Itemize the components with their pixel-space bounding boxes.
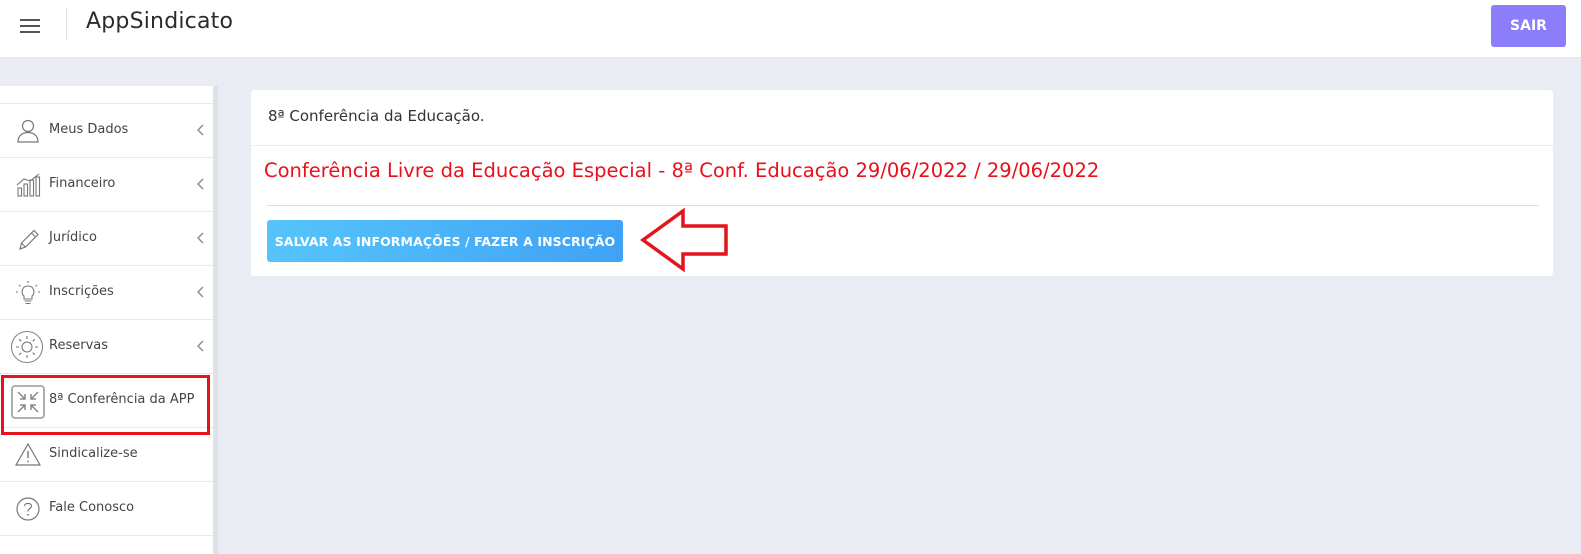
sidebar-item-inscricoes[interactable]: Inscrições — [0, 265, 213, 319]
compress-icon — [11, 385, 45, 419]
sidebar: Meus Dados Financeiro Jurídico Inscriçõe… — [0, 86, 218, 554]
sidebar-item-label: Financeiro — [49, 176, 116, 191]
warning-icon — [14, 442, 42, 466]
sidebar-item-label: Reservas — [49, 338, 108, 353]
chevron-left-icon — [197, 286, 204, 298]
event-title: Conferência Livre da Educação Especial -… — [264, 159, 1100, 182]
user-icon — [17, 119, 39, 143]
card-divider — [267, 205, 1539, 206]
chevron-left-icon — [197, 232, 204, 244]
logout-button[interactable]: SAIR — [1491, 5, 1566, 47]
sidebar-item-label: Sindicalize-se — [49, 446, 138, 461]
lightbulb-icon — [16, 281, 40, 305]
header-divider — [66, 8, 67, 40]
sidebar-item-financeiro[interactable]: Financeiro — [0, 157, 213, 211]
chevron-left-icon — [197, 124, 204, 136]
sidebar-item-label: Inscrições — [49, 284, 114, 299]
sidebar-item-conferencia-app[interactable]: 8ª Conferência da APP — [0, 373, 213, 427]
app-title: AppSindicato — [86, 9, 234, 34]
arrow-left-icon — [640, 208, 728, 272]
conference-card: 8ª Conferência da Educação. Conferência … — [251, 90, 1553, 276]
top-navbar: AppSindicato SAIR — [0, 0, 1581, 58]
sidebar-item-label: Meus Dados — [49, 122, 129, 137]
bar-chart-icon — [16, 173, 41, 197]
question-icon — [16, 497, 40, 521]
sidebar-divider — [0, 535, 213, 554]
sidebar-item-reservas[interactable]: Reservas — [0, 319, 213, 373]
save-registration-button[interactable]: SALVAR AS INFORMAÇÕES / FAZER A INSCRIÇÃ… — [267, 220, 623, 262]
hamburger-menu-icon[interactable] — [20, 16, 42, 36]
card-header: 8ª Conferência da Educação. — [251, 90, 1553, 146]
sun-icon — [10, 330, 44, 364]
card-title: 8ª Conferência da Educação. — [268, 107, 485, 125]
sidebar-item-fale-conosco[interactable]: Fale Conosco — [0, 481, 213, 535]
sidebar-item-sindicalize-se[interactable]: Sindicalize-se — [0, 427, 213, 481]
pencil-icon — [19, 229, 39, 250]
sidebar-item-meus-dados[interactable]: Meus Dados — [0, 103, 213, 157]
sidebar-item-label: Jurídico — [49, 230, 97, 245]
chevron-left-icon — [197, 340, 204, 352]
sidebar-item-label: Fale Conosco — [49, 500, 135, 515]
sidebar-item-label: 8ª Conferência da APP — [49, 392, 195, 407]
sidebar-item-juridico[interactable]: Jurídico — [0, 211, 213, 265]
chevron-left-icon — [197, 178, 204, 190]
